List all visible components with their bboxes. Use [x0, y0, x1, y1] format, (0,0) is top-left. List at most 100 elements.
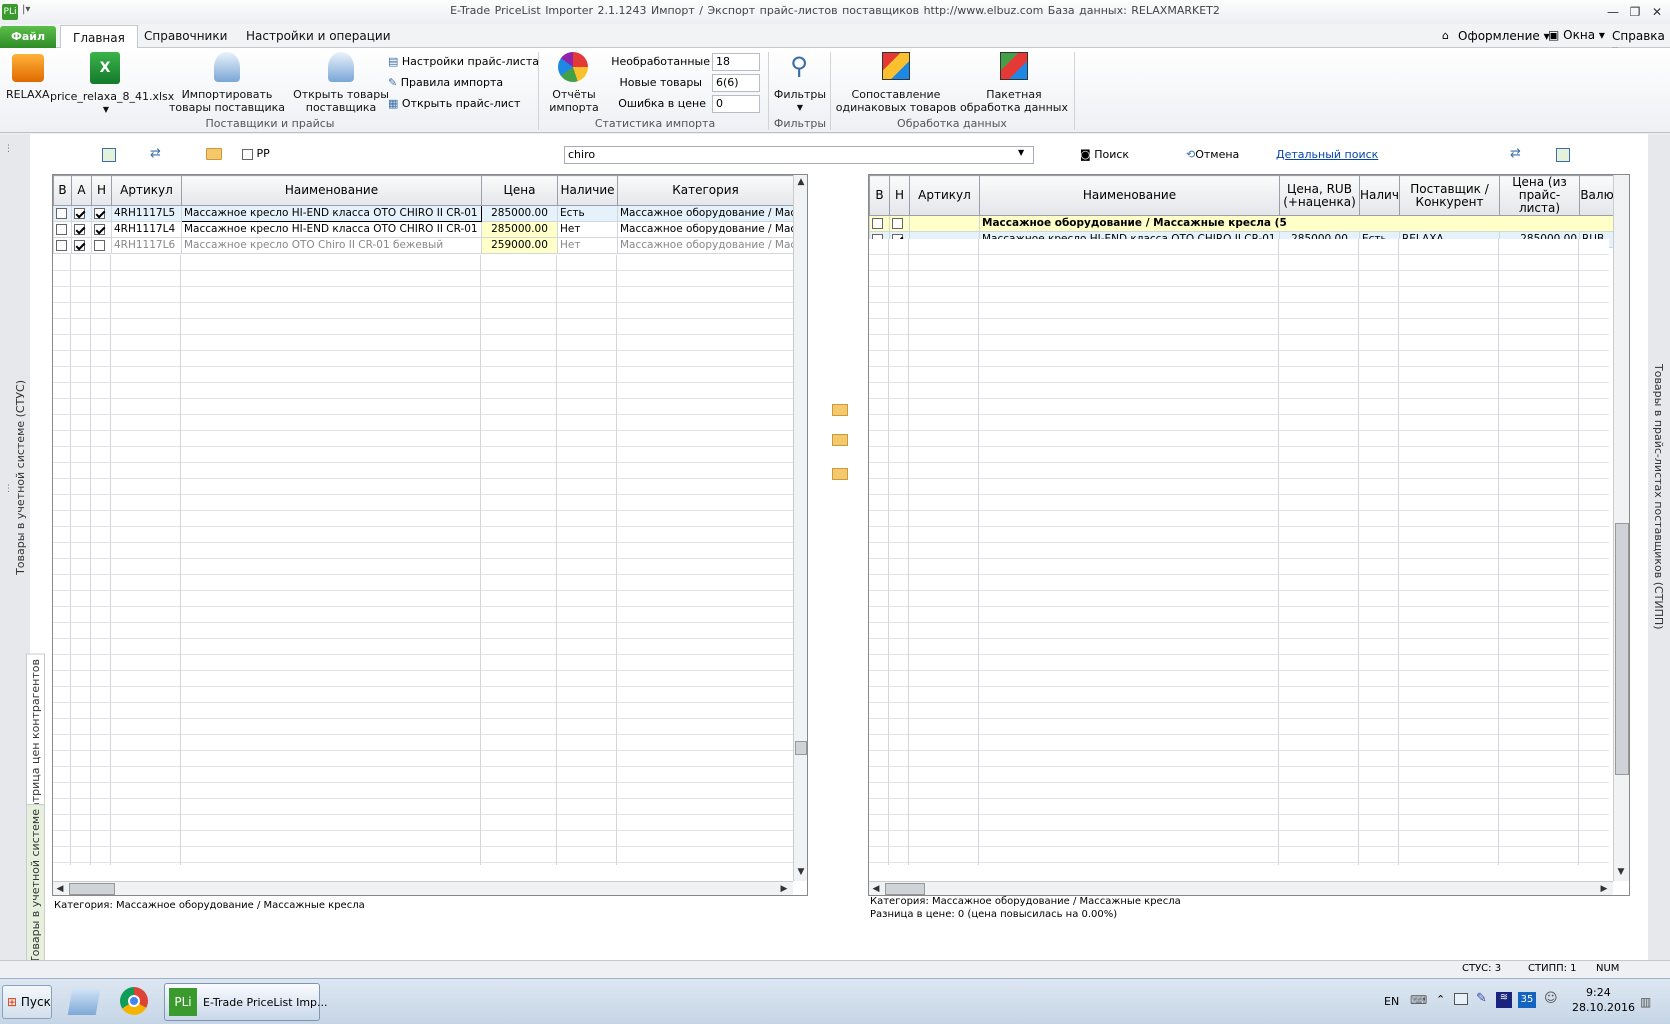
tray-pen-icon[interactable]: ✎ [1476, 991, 1487, 1006]
left-horizontal-scrollbar[interactable]: ◀ ▶ [53, 881, 793, 895]
cell-n[interactable] [91, 221, 112, 238]
table-row[interactable]: 4RH1117L4 Массажное кресло HI-END класса… [53, 221, 794, 238]
splitter-handle-icon[interactable]: ⋮ [4, 144, 13, 154]
row-checkbox-b[interactable] [56, 239, 67, 251]
tab-home[interactable]: Главная [60, 25, 138, 49]
col-b[interactable]: В [53, 175, 72, 206]
restore-button[interactable]: ❐ [1626, 3, 1644, 21]
explorer-icon[interactable] [67, 989, 101, 1015]
row-checkbox-b[interactable] [56, 207, 67, 219]
show-tray-icon[interactable]: ⌃ [1436, 993, 1445, 1006]
scroll-right-icon[interactable]: ▶ [777, 882, 791, 895]
translate-icon[interactable]: ⇄ [150, 146, 161, 161]
pp-checkbox[interactable]: PP [242, 147, 270, 160]
cell-name[interactable]: Массажное кресло HI-END класса OTO CHIRO… [181, 221, 482, 238]
clock-date[interactable]: 28.10.2016 [1572, 1001, 1635, 1014]
cell-sku[interactable]: 4RH1117L6 [111, 237, 182, 254]
scroll-thumb[interactable] [69, 883, 115, 895]
col-name[interactable]: Наименование [979, 175, 1280, 216]
compare-button[interactable]: Сопоставление одинаковых товаров [834, 52, 958, 114]
col-sku[interactable]: Артикул [909, 175, 980, 216]
scroll-left-icon[interactable]: ◀ [869, 882, 883, 895]
cell-sku[interactable]: 4RH1117L4 [111, 221, 182, 238]
tray-user-icon[interactable]: ☺ [1544, 991, 1558, 1006]
design-menu[interactable]: Оформление ▾ [1458, 29, 1550, 43]
group-row[interactable]: Массажное оборудование / Массажные кресл… [869, 215, 1622, 232]
close-button[interactable]: ✕ [1648, 3, 1666, 21]
col-n[interactable]: Н [91, 175, 112, 206]
tab-settings[interactable]: Настройки и операции [234, 24, 403, 48]
row-checkbox-a[interactable] [74, 239, 85, 251]
scroll-thumb[interactable] [795, 741, 807, 755]
folder-icon[interactable] [206, 148, 222, 160]
table-row[interactable]: 4RH1117L6 Массажное кресло OTO Chiro II … [53, 237, 794, 254]
group-checkbox-b[interactable] [872, 217, 883, 229]
scroll-right-icon[interactable]: ▶ [1597, 882, 1611, 895]
cell-a[interactable] [71, 221, 92, 238]
translate-icon[interactable]: ⇄ [1510, 146, 1521, 161]
cell-price[interactable]: 285000.00 [481, 205, 558, 222]
cell-price[interactable]: 259000.00 [481, 237, 558, 254]
minimize-button[interactable]: — [1604, 3, 1622, 21]
scroll-down-icon[interactable]: ▼ [794, 865, 807, 879]
language-indicator[interactable]: EN [1384, 995, 1399, 1008]
col-price-list[interactable]: Цена (из прайс-листа) [1499, 175, 1580, 216]
search-dropdown-icon[interactable]: ▼ [1018, 148, 1024, 157]
price-settings-button[interactable]: ▤ Настройки прайс-листа [388, 55, 539, 69]
reports-button[interactable]: Отчёты импорта [544, 52, 604, 114]
row-checkbox-n[interactable] [94, 239, 105, 251]
tab-file[interactable]: Файл [0, 26, 56, 48]
detail-search-link[interactable]: Детальный поиск [1276, 148, 1378, 161]
cell-stock[interactable]: Нет [557, 237, 618, 254]
scroll-up-icon[interactable]: ▲ [794, 175, 807, 189]
cell-b[interactable] [53, 221, 72, 238]
new-goods-field[interactable]: 6(6) [712, 74, 760, 92]
cell-stock[interactable]: Есть [557, 205, 618, 222]
filters-button[interactable]: ⚲ Фильтры ▼ [772, 52, 828, 114]
cell-category[interactable]: Массажное оборудование / Массажные кресл… [617, 205, 794, 222]
cell-price[interactable]: 285000.00 [481, 221, 558, 238]
show-desktop-icon[interactable]: ▥ [1640, 995, 1651, 1009]
col-n[interactable]: Н [889, 175, 910, 216]
cell-a[interactable] [71, 205, 92, 222]
side-tab-matrix[interactable]: Матрица цен контрагентов [26, 654, 45, 824]
cell-b[interactable] [53, 237, 72, 254]
scroll-thumb[interactable] [1615, 523, 1629, 775]
cell-stock[interactable]: Нет [557, 221, 618, 238]
tab-references[interactable]: Справочники [132, 24, 239, 48]
cell-n[interactable] [91, 205, 112, 222]
cell-b[interactable] [53, 205, 72, 222]
side-tab-goods[interactable]: Товары в учетной системе [26, 804, 45, 969]
left-vertical-scrollbar[interactable]: ▲ ▼ [793, 175, 807, 881]
group-checkbox-n[interactable] [892, 217, 903, 229]
col-sku[interactable]: Артикул [111, 175, 182, 206]
search-button[interactable]: ◙ Поиск [1080, 148, 1129, 161]
import-rules-button[interactable]: ✎ Правила импорта [388, 76, 503, 90]
taskbar-app-button[interactable]: PLi E-Trade PriceList Imp... [164, 983, 328, 1021]
windows-menu[interactable]: ▣ Окна ▾ [1548, 28, 1605, 42]
row-checkbox-n[interactable] [94, 223, 105, 235]
unlink-folder-icon[interactable] [832, 434, 848, 446]
cell-n[interactable] [889, 215, 910, 232]
side-tab-stipp[interactable]: Товары в прайс-листах поставщиков (СТИПП… [1652, 364, 1665, 630]
search-input[interactable]: chiro [564, 146, 1034, 164]
group-label[interactable]: Массажное оборудование / Массажные кресл… [979, 215, 1622, 232]
col-stock[interactable]: Наличие [557, 175, 618, 206]
table-row[interactable]: 4RH1117L5 Массажное кресло HI-END класса… [53, 205, 794, 222]
supplier-button[interactable]: RELAXA [6, 54, 50, 101]
start-button[interactable]: ⊞ Пуск [2, 985, 52, 1019]
export-icon[interactable] [1556, 148, 1570, 162]
col-b[interactable]: В [869, 175, 890, 216]
link-folder-icon[interactable] [832, 404, 848, 416]
scroll-left-icon[interactable]: ◀ [53, 882, 67, 895]
col-supplier[interactable]: Поставщик / Конкурент [1399, 175, 1500, 216]
col-stock[interactable]: Наличи [1359, 175, 1400, 216]
cell-a[interactable] [71, 237, 92, 254]
collapse-icon[interactable]: ⌂ [1442, 29, 1449, 42]
import-goods-button[interactable]: Импортировать товары поставщика [168, 52, 286, 114]
unprocessed-field[interactable]: 18 [712, 53, 760, 71]
side-tab-stus[interactable]: Товары в учетной системе (СТУС) [14, 380, 27, 575]
row-checkbox-b[interactable] [56, 223, 67, 235]
batch-button[interactable]: Пакетная обработка данных [958, 52, 1070, 114]
col-price-markup[interactable]: Цена, RUB (+наценка) [1279, 175, 1360, 216]
